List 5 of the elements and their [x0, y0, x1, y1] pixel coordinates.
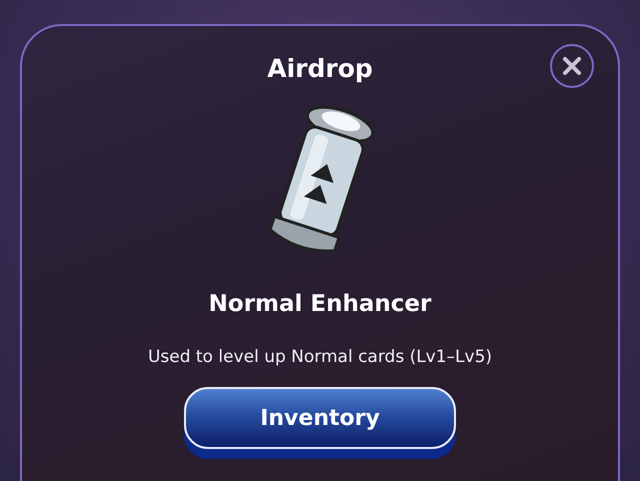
close-button[interactable] [550, 44, 594, 88]
item-description: Used to level up Normal cards (Lv1–Lv5) [148, 347, 492, 367]
dialog-title: Airdrop [267, 54, 373, 83]
item-name: Normal Enhancer [208, 291, 432, 317]
close-icon [562, 56, 582, 76]
